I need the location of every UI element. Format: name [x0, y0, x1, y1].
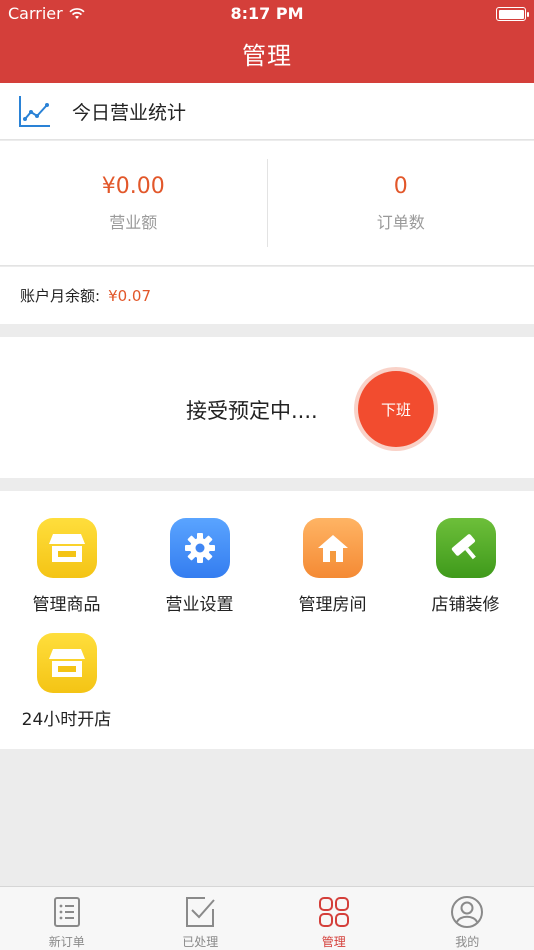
stats-summary: ¥0.00 营业额 0 订单数 [0, 141, 534, 266]
balance-label: 账户月余额: [20, 287, 101, 305]
off-work-button[interactable]: 下班 [358, 371, 434, 447]
orders-stat: 0 订单数 [268, 141, 534, 265]
tab-new-orders[interactable]: 新订单 [0, 887, 134, 950]
top-bar: Carrier 8:17 PM 管理 [0, 0, 534, 83]
paint-roller-icon [435, 518, 496, 578]
house-icon [302, 518, 363, 578]
processed-icon [186, 897, 215, 927]
status-time: 8:17 PM [230, 4, 304, 23]
tab-bar: 新订单 已处理 管理 我的 [0, 886, 534, 950]
page-title: 管理 [242, 42, 292, 70]
tab-label: 我的 [455, 935, 480, 949]
revenue-label: 营业额 [109, 212, 158, 232]
menu-item-manage-rooms[interactable]: 管理房间 [266, 518, 399, 615]
menu-item-store-decoration[interactable]: 店铺装修 [399, 518, 532, 615]
grid-icon [318, 897, 349, 927]
stats-header: 今日营业统计 [0, 83, 534, 140]
tab-label: 管理 [321, 935, 346, 949]
tab-mine[interactable]: 我的 [401, 887, 534, 950]
orders-value: 0 [393, 173, 408, 199]
menu-item-business-settings[interactable]: 营业设置 [133, 518, 266, 615]
menu-item-label: 24小时开店 [21, 710, 112, 730]
menu-item-label: 店铺装修 [431, 595, 500, 615]
gear-icon [169, 518, 230, 578]
balance-row: 账户月余额: ¥0.07 [0, 267, 534, 324]
status-bar: Carrier 8:17 PM [0, 0, 534, 28]
line-chart-icon [19, 96, 50, 127]
menu-item-label: 管理房间 [298, 595, 367, 615]
revenue-stat: ¥0.00 营业额 [0, 141, 267, 265]
work-status-text: 接受预定中.... [186, 399, 318, 423]
user-icon [451, 896, 484, 928]
battery-icon [496, 7, 529, 21]
menu-item-label: 管理商品 [32, 595, 101, 615]
list-icon [53, 897, 80, 927]
shop-icon [36, 633, 97, 693]
shop-icon [36, 518, 97, 578]
menu-item-manage-products[interactable]: 管理商品 [0, 518, 133, 615]
management-menu: 管理商品 营业设置 管理房间 店铺装修 24小时开店 [0, 491, 534, 749]
revenue-value: ¥0.00 [101, 173, 165, 199]
balance-amount: ¥0.07 [108, 286, 152, 305]
stats-title: 今日营业统计 [72, 101, 187, 124]
tab-manage[interactable]: 管理 [267, 887, 401, 950]
tab-label: 已处理 [182, 935, 219, 949]
work-status-panel: 接受预定中.... [0, 337, 534, 478]
tab-processed[interactable]: 已处理 [134, 887, 268, 950]
tab-label: 新订单 [48, 935, 85, 949]
menu-item-label: 营业设置 [165, 595, 234, 615]
menu-item-24h-store[interactable]: 24小时开店 [0, 633, 133, 730]
orders-label: 订单数 [376, 212, 425, 232]
